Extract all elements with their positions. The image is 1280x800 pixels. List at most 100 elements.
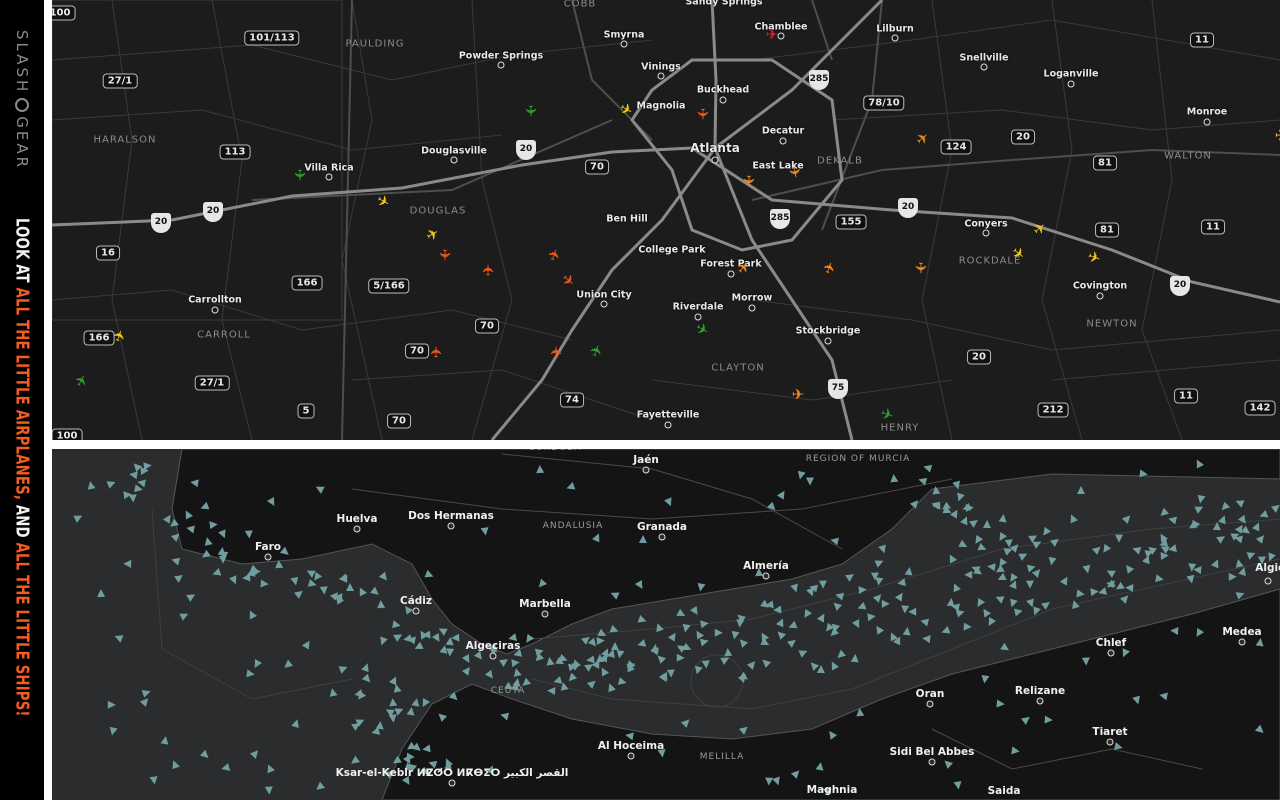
ship-marker[interactable] [626,659,637,670]
ship-marker[interactable] [511,658,521,667]
atlanta-flight-map[interactable]: COBB PAULDING HARALSON DOUGLAS DEKALB WALTON R… [52,0,1280,440]
ship-marker[interactable] [1139,469,1149,479]
ship-marker[interactable] [1170,626,1179,636]
ship-marker[interactable] [128,470,138,480]
ship-marker[interactable] [1081,657,1091,666]
ship-marker[interactable] [123,559,132,568]
ship-marker[interactable] [275,559,284,569]
ship-marker[interactable] [1154,573,1165,584]
airplane-icon[interactable]: ✈ [436,249,454,262]
ship-marker[interactable] [241,573,251,583]
ship-marker[interactable] [260,579,269,588]
ship-marker[interactable] [319,586,329,596]
airplane-icon[interactable]: ✈ [428,346,446,359]
ship-marker[interactable] [650,643,660,653]
ship-marker[interactable] [265,786,274,795]
ship-marker[interactable] [535,465,544,474]
ship-marker[interactable] [406,706,416,716]
ship-marker[interactable] [1081,564,1092,574]
airplane-icon[interactable]: ✈ [480,264,498,277]
ship-marker[interactable] [1045,716,1054,725]
ship-marker[interactable] [1125,583,1134,592]
ship-marker[interactable] [855,707,865,717]
ship-marker[interactable] [439,644,449,654]
ship-marker[interactable] [995,699,1005,709]
ship-marker[interactable] [1105,579,1115,589]
ship-marker[interactable] [638,534,647,544]
airplane-icon[interactable]: ✈ [291,169,309,182]
ship-marker[interactable] [1046,556,1057,567]
strait-of-gibraltar-ship-map[interactable]: ANDALUSIA REGION OF MURCIA CEUTA MELILLA CÓR… [52,449,1280,800]
ship-marker[interactable] [209,520,219,529]
ship-marker[interactable] [922,634,931,644]
ship-marker[interactable] [391,683,402,693]
ship-marker[interactable] [546,686,556,695]
ship-marker[interactable] [931,485,941,495]
ship-marker[interactable] [375,720,385,729]
airplane-icon[interactable]: ✈ [548,346,566,359]
ship-marker[interactable] [874,577,884,587]
ship-marker[interactable] [965,503,974,512]
ship-marker[interactable] [902,626,912,636]
ship-marker[interactable] [950,601,960,612]
ship-marker[interactable] [1076,485,1085,494]
ship-marker[interactable] [611,642,620,651]
ship-marker[interactable] [896,577,907,588]
ship-marker[interactable] [1213,521,1222,530]
ship-marker[interactable] [723,647,732,656]
airplane-icon[interactable]: ✈ [785,164,805,180]
ship-marker[interactable] [327,686,338,697]
ship-marker[interactable] [817,664,826,674]
ship-marker[interactable] [421,744,431,754]
ship-marker[interactable] [951,480,962,491]
ship-marker[interactable] [908,607,917,616]
ship-marker[interactable] [819,580,828,590]
airplane-icon[interactable]: ✈ [740,175,758,188]
ship-marker[interactable] [1193,564,1202,574]
ship-marker[interactable] [624,730,634,741]
ship-marker[interactable] [850,653,860,663]
ship-marker[interactable] [391,620,402,630]
ship-marker[interactable] [376,599,385,609]
ship-marker[interactable] [982,520,991,529]
ship-marker[interactable] [96,588,105,598]
airplane-icon[interactable]: ✈ [792,387,805,403]
ship-marker[interactable] [345,583,354,592]
ship-marker[interactable] [252,567,262,577]
ship-marker[interactable] [128,494,137,504]
ship-marker[interactable] [681,623,691,634]
ship-marker[interactable] [246,669,256,679]
ship-marker[interactable] [377,635,388,647]
ship-marker[interactable] [406,752,415,761]
ship-marker[interactable] [953,781,963,791]
ship-marker[interactable] [107,700,116,709]
ship-marker[interactable] [388,698,398,707]
ship-marker[interactable] [1010,746,1020,756]
ship-marker[interactable] [143,461,153,471]
ship-marker[interactable] [858,585,867,595]
airplane-icon[interactable]: ✈ [766,27,779,43]
ship-marker[interactable] [772,605,782,615]
ship-marker[interactable] [700,619,710,629]
ship-marker[interactable] [422,630,431,639]
ship-marker[interactable] [1114,534,1123,543]
ship-marker[interactable] [203,536,213,546]
ship-marker[interactable] [189,478,199,488]
ship-marker[interactable] [764,600,774,610]
ship-marker[interactable] [666,669,676,679]
ship-marker[interactable] [695,582,706,593]
ship-marker[interactable] [676,653,685,662]
ship-marker[interactable] [1007,598,1018,609]
ship-marker[interactable] [986,562,996,572]
ship-marker[interactable] [1228,572,1238,581]
ship-marker[interactable] [980,675,990,685]
ship-marker[interactable] [702,660,711,670]
ship-marker[interactable] [963,570,972,579]
ship-marker[interactable] [714,629,724,638]
ship-marker[interactable] [1076,589,1086,599]
ship-marker[interactable] [1233,533,1243,544]
ship-marker[interactable] [149,776,160,786]
ship-marker[interactable] [219,551,229,561]
ship-marker[interactable] [245,529,254,539]
ship-marker[interactable] [998,513,1008,523]
